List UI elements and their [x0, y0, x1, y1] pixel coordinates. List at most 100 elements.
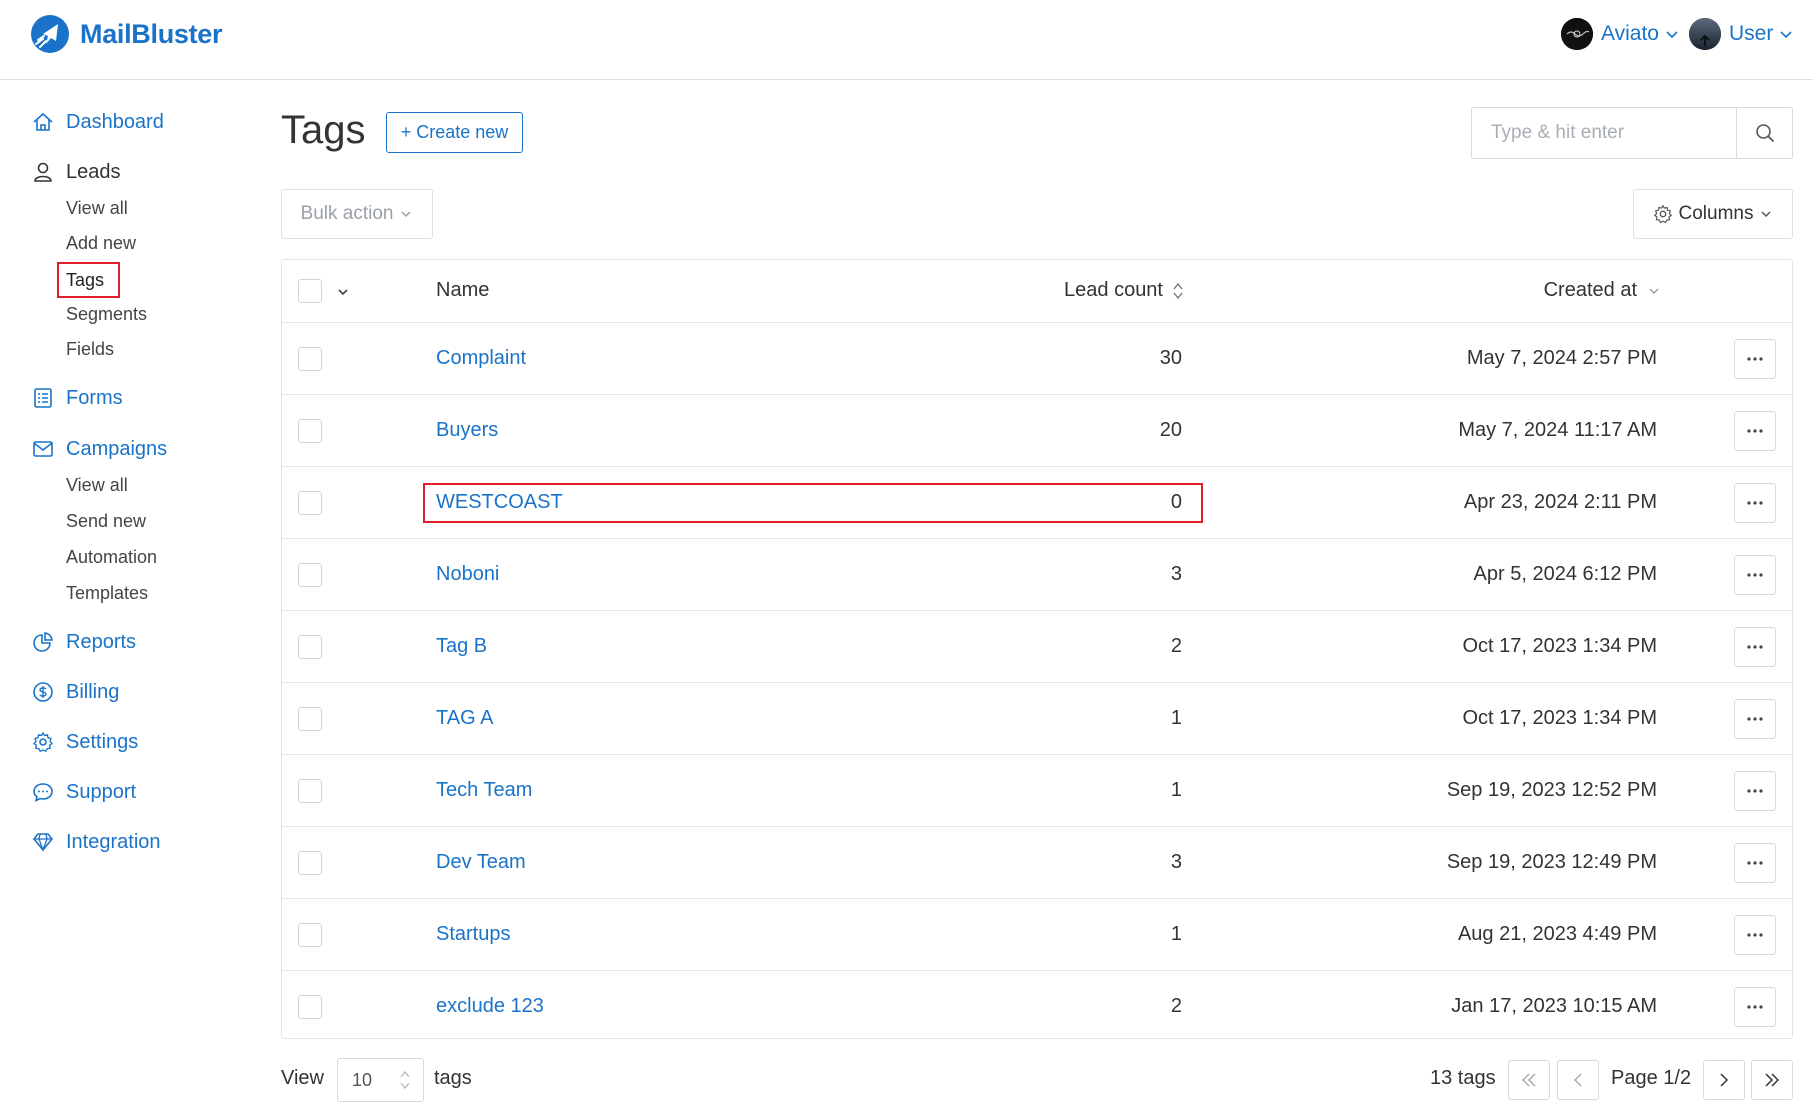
sidebar-item-leads[interactable]: Leads — [32, 157, 121, 187]
more-icon — [1747, 645, 1763, 649]
brand-name: MailBluster — [80, 18, 223, 49]
row-actions-button[interactable] — [1734, 699, 1776, 739]
tag-name-link[interactable]: Dev Team — [436, 851, 526, 874]
sidebar-item-campaigns[interactable]: Campaigns — [32, 434, 167, 464]
sidebar-item-reports[interactable]: Reports — [32, 627, 136, 657]
table-row: exclude 123 2 Jan 17, 2023 10:15 AM — [282, 971, 1792, 1038]
more-icon — [1747, 429, 1763, 433]
more-icon — [1747, 357, 1763, 361]
prev-page-button[interactable] — [1557, 1060, 1599, 1100]
user-menu[interactable]: User — [1689, 18, 1793, 50]
home-icon — [33, 112, 53, 131]
sidebar-item-support[interactable]: Support — [32, 777, 136, 807]
row-actions-button[interactable] — [1734, 771, 1776, 811]
tag-name-link[interactable]: Buyers — [436, 419, 498, 442]
first-page-button[interactable] — [1508, 1060, 1550, 1100]
column-header-name[interactable]: Name — [436, 279, 489, 302]
row-actions-button[interactable] — [1734, 627, 1776, 667]
row-checkbox[interactable] — [298, 779, 322, 803]
sidebar: Dashboard Leads View all Add new Tags Se… — [0, 80, 260, 1115]
row-checkbox[interactable] — [298, 419, 322, 443]
sidebar-subitem-view-all-campaigns[interactable]: View all — [66, 472, 128, 498]
sort-icon — [1173, 282, 1183, 299]
user-name: User — [1729, 22, 1774, 45]
select-all-checkbox[interactable] — [298, 279, 322, 303]
sidebar-item-forms[interactable]: Forms — [32, 383, 123, 413]
chevron-down-icon — [1649, 288, 1659, 294]
tag-name-link[interactable]: Noboni — [436, 563, 499, 586]
page-title: Tags — [281, 108, 366, 152]
envelope-icon — [33, 441, 53, 457]
row-checkbox[interactable] — [298, 995, 322, 1019]
sidebar-subitem-templates[interactable]: Templates — [66, 580, 148, 606]
tag-name-link[interactable]: TAG A — [436, 707, 493, 730]
table-row: WESTCOAST 0 Apr 23, 2024 2:11 PM — [282, 467, 1792, 539]
tag-name-link[interactable]: Tech Team — [436, 779, 532, 802]
row-checkbox[interactable] — [298, 347, 322, 371]
sidebar-item-label: Settings — [66, 730, 139, 753]
search-input[interactable] — [1472, 108, 1736, 158]
lead-count: 2 — [1170, 995, 1182, 1017]
search-button[interactable] — [1736, 108, 1792, 158]
sidebar-item-label: Billing — [66, 680, 120, 703]
row-checkbox[interactable] — [298, 851, 322, 875]
row-actions-button[interactable] — [1734, 483, 1776, 523]
table-row: Buyers 20 May 7, 2024 11:17 AM — [282, 395, 1792, 467]
tags-table: Name Lead count Created at Complaint 30 … — [281, 259, 1793, 1039]
sidebar-subitem-segments[interactable]: Segments — [66, 301, 147, 327]
org-switcher[interactable]: Aviato — [1561, 18, 1679, 50]
brand-logo[interactable]: MailBluster — [30, 14, 223, 54]
sidebar-item-settings[interactable]: Settings — [32, 727, 138, 757]
created-at: Apr 23, 2024 2:11 PM — [1463, 491, 1657, 513]
sidebar-subitem-tags[interactable]: Tags — [57, 262, 121, 298]
sidebar-subitem-automation[interactable]: Automation — [66, 544, 157, 570]
lead-count: 0 — [1170, 491, 1182, 513]
org-avatar — [1561, 18, 1593, 50]
columns-dropdown[interactable]: Columns — [1633, 189, 1793, 239]
tag-name-link[interactable]: Startups — [436, 923, 510, 946]
column-header-lead-count[interactable]: Lead count — [1064, 279, 1185, 302]
row-checkbox[interactable] — [298, 635, 322, 659]
row-actions-button[interactable] — [1734, 339, 1776, 379]
next-page-button[interactable] — [1703, 1060, 1745, 1100]
diamond-icon — [32, 833, 54, 852]
sidebar-item-label: Forms — [66, 386, 123, 409]
last-page-button[interactable] — [1751, 1060, 1793, 1100]
tag-name-link[interactable]: Complaint — [436, 347, 526, 370]
sidebar-item-billing[interactable]: Billing — [32, 677, 119, 707]
sidebar-item-dashboard[interactable]: Dashboard — [32, 107, 164, 137]
sidebar-subitem-view-all-leads[interactable]: View all — [66, 195, 128, 221]
row-checkbox[interactable] — [298, 563, 322, 587]
column-header-created-at[interactable]: Created at — [1544, 279, 1661, 302]
tag-name-link[interactable]: WESTCOAST — [436, 491, 563, 514]
row-checkbox[interactable] — [298, 491, 322, 515]
row-checkbox[interactable] — [298, 707, 322, 731]
more-icon — [1747, 861, 1763, 865]
lead-count: 1 — [1170, 707, 1182, 729]
stepper-arrows-icon[interactable] — [399, 1069, 411, 1091]
tag-name-link[interactable]: Tag B — [436, 635, 487, 658]
bulk-action-dropdown[interactable]: Bulk action — [281, 189, 433, 239]
tag-name-link[interactable]: exclude 123 — [436, 995, 544, 1018]
row-actions-button[interactable] — [1734, 843, 1776, 883]
row-actions-button[interactable] — [1734, 411, 1776, 451]
user-avatar — [1689, 18, 1721, 50]
per-page-stepper[interactable]: 10 — [337, 1058, 424, 1102]
row-actions-button[interactable] — [1734, 915, 1776, 955]
sidebar-subitem-send-new[interactable]: Send new — [66, 508, 146, 534]
chevron-down-icon[interactable] — [336, 285, 350, 299]
sidebar-item-integration[interactable]: Integration — [32, 827, 161, 857]
sidebar-subitem-fields[interactable]: Fields — [66, 336, 114, 362]
sidebar-item-label: Integration — [66, 830, 161, 853]
row-actions-button[interactable] — [1734, 555, 1776, 595]
table-row: Complaint 30 May 7, 2024 2:57 PM — [282, 323, 1792, 395]
tags-label: tags — [434, 1067, 472, 1089]
row-checkbox[interactable] — [298, 923, 322, 947]
lead-count: 2 — [1170, 635, 1182, 657]
sidebar-subitem-add-new-lead[interactable]: Add new — [66, 230, 136, 256]
more-icon — [1747, 717, 1763, 721]
row-actions-button[interactable] — [1734, 987, 1776, 1027]
gear-icon — [1653, 204, 1672, 224]
create-new-button[interactable]: + Create new — [386, 112, 523, 153]
more-icon — [1747, 789, 1763, 793]
